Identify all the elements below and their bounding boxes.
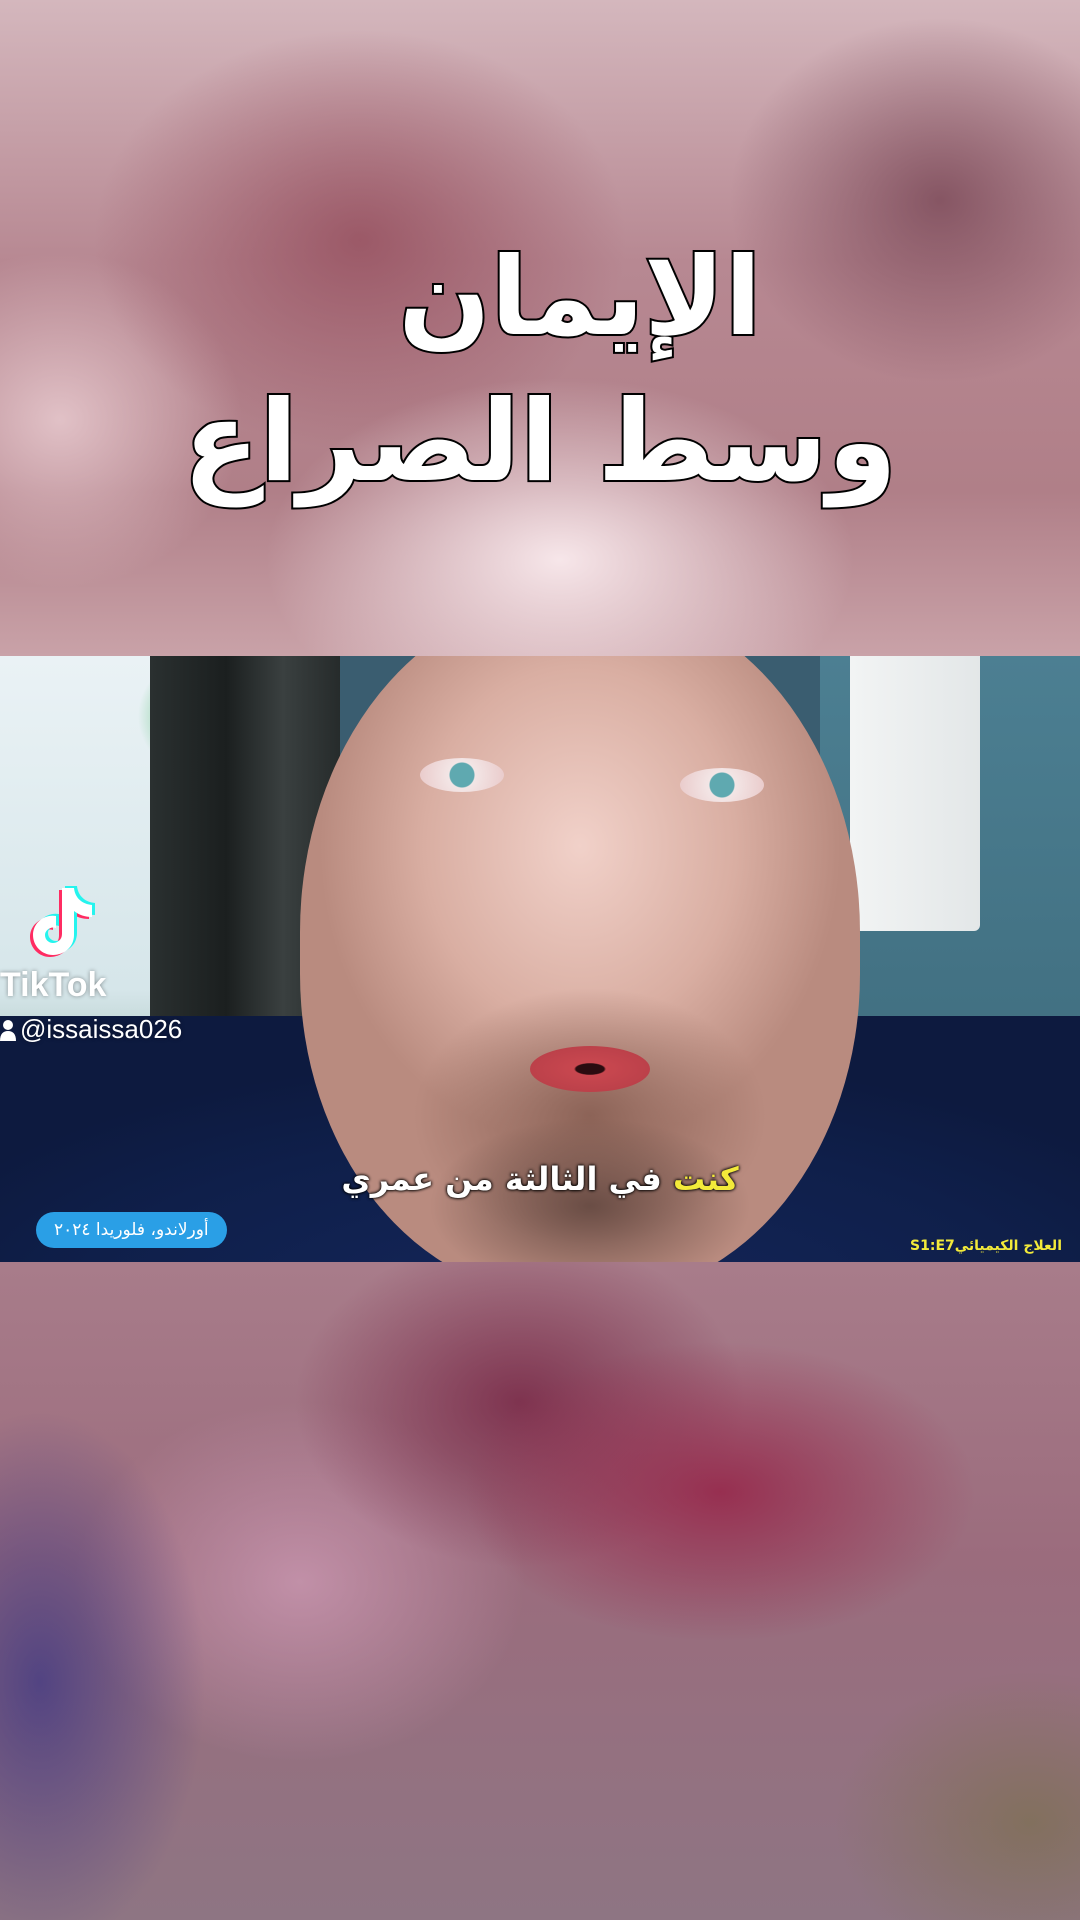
location-badge: أورلاندو، فلوريدا ٢٠٢٤ (36, 1212, 227, 1248)
subtitle-highlight-word: كنت (673, 1160, 739, 1198)
video-title-overlay: الإيمان وسط الصراع (0, 228, 1080, 516)
tiktok-handle-text: @issaissa026 (20, 1014, 183, 1044)
subtitle-text: في الثالثة من عمري (341, 1160, 674, 1198)
blurred-background-bottom (0, 1262, 1080, 1920)
title-line-2: وسط الصراع (181, 375, 899, 509)
tiktok-brand-label: TikTok (0, 966, 107, 1004)
speaker-mouth (530, 1046, 650, 1092)
user-icon (0, 1019, 16, 1041)
tiktok-logo-icon (30, 886, 95, 957)
speaker-right-eye (680, 768, 764, 802)
speaker-left-eye (420, 758, 504, 792)
video-screen[interactable]: الإيمان وسط الصراع TikTok @issaissa026 ك… (0, 0, 1080, 1920)
title-line-1: الإيمان (396, 233, 763, 362)
episode-label: العلاج الكيميائيS1:E7 (910, 1238, 1062, 1254)
video-subtitle: كنت في الثالثة من عمري (0, 1160, 1080, 1198)
tiktok-handle: @issaissa026 (0, 1014, 182, 1045)
background-lamp (850, 656, 980, 931)
